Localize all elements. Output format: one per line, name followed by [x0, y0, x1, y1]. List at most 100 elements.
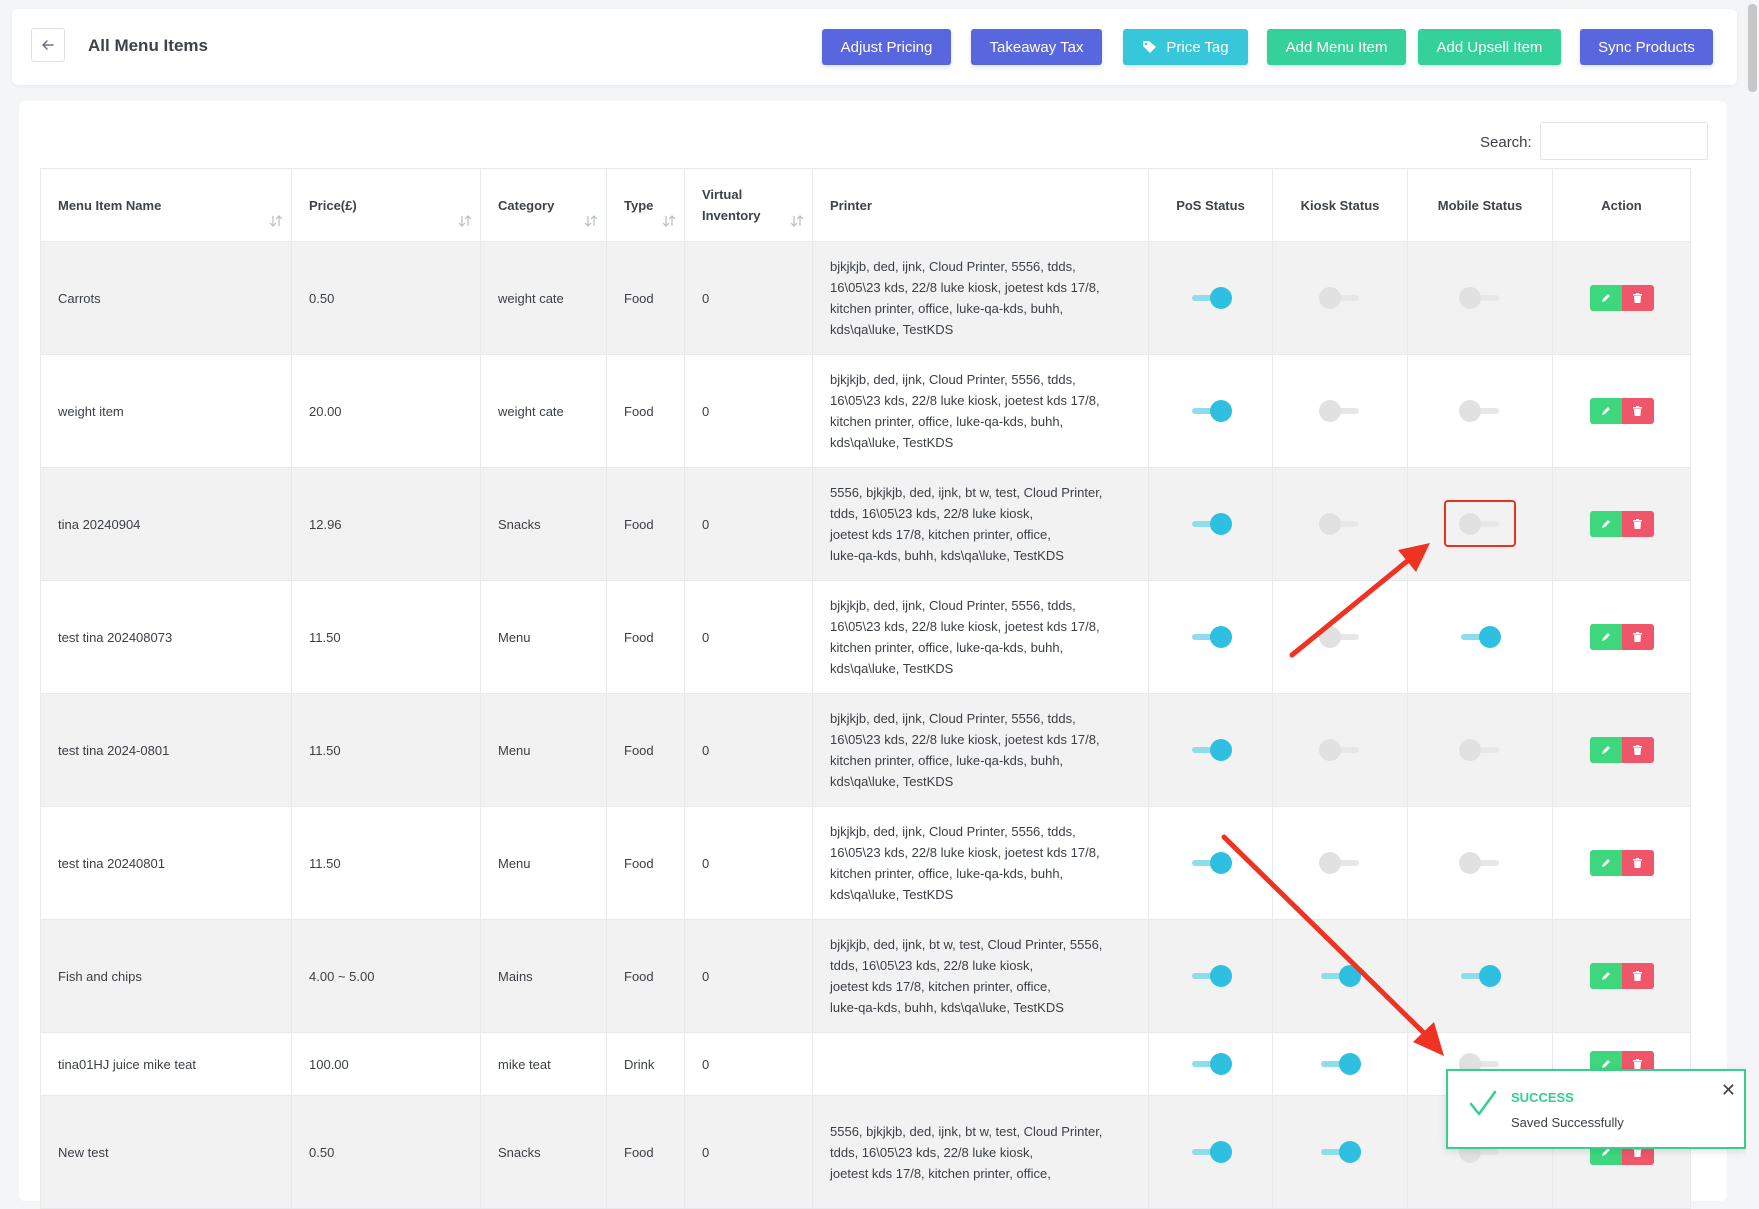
delete-button[interactable]	[1621, 285, 1654, 311]
pos-status-toggle[interactable]	[1190, 287, 1232, 309]
printer-line: bjkjkjb, ded, ijnk, bt w, test, Cloud Pr…	[830, 937, 1103, 952]
vertical-scrollbar[interactable]	[1746, 0, 1759, 1178]
sort-icon	[584, 215, 598, 227]
kiosk-status-toggle[interactable]	[1319, 400, 1361, 422]
add-upsell-item-button[interactable]: Add Upsell Item	[1418, 29, 1561, 65]
pos-status-toggle[interactable]	[1190, 1141, 1232, 1163]
edit-button[interactable]	[1589, 850, 1622, 876]
kiosk-status-toggle[interactable]	[1319, 1053, 1361, 1075]
pencil-icon	[1601, 972, 1610, 980]
delete-button[interactable]	[1621, 398, 1654, 424]
cell-pos-status	[1148, 580, 1273, 694]
row-actions	[1589, 624, 1654, 650]
cell-pos-status	[1148, 693, 1273, 807]
toggle-knob	[1209, 965, 1232, 987]
column-virtual-inventory-label-1: Virtual	[702, 187, 743, 202]
cell-kiosk-status	[1272, 354, 1408, 468]
pos-status-toggle[interactable]	[1190, 400, 1232, 422]
cell-price: 100.00	[291, 1032, 481, 1096]
pos-status-toggle[interactable]	[1190, 965, 1232, 987]
trash-icon	[1633, 971, 1642, 981]
scrollbar-thumb[interactable]	[1748, 4, 1757, 92]
kiosk-status-toggle[interactable]	[1319, 852, 1361, 874]
delete-button[interactable]	[1621, 850, 1654, 876]
cell-category: weight cate	[480, 241, 607, 355]
price-tag-button[interactable]: Price Tag	[1123, 29, 1248, 65]
cell-printer	[812, 1032, 1149, 1096]
edit-button[interactable]	[1589, 398, 1622, 424]
cell-action	[1552, 806, 1691, 920]
success-toast: SUCCESS Saved Successfully ✕	[1446, 1069, 1746, 1149]
toggle-knob	[1209, 1141, 1232, 1163]
printer-line: 5556, bjkjkjb, ded, ijnk, bt w, test, Cl…	[830, 1123, 1103, 1139]
kiosk-status-toggle[interactable]	[1319, 965, 1361, 987]
cell-pos-status	[1148, 241, 1273, 355]
cell-printer: bjkjkjb, ded, ijnk, Cloud Printer, 5556,…	[812, 241, 1149, 355]
pos-status-toggle[interactable]	[1190, 513, 1232, 535]
pos-status-toggle[interactable]	[1190, 852, 1232, 874]
kiosk-status-toggle[interactable]	[1319, 1141, 1361, 1163]
delete-button[interactable]	[1621, 963, 1654, 989]
delete-button[interactable]	[1621, 737, 1654, 763]
search-input[interactable]	[1540, 122, 1708, 160]
toast-title: SUCCESS	[1511, 1090, 1574, 1105]
toggle-knob	[1319, 400, 1341, 422]
delete-button[interactable]	[1621, 624, 1654, 650]
pencil-icon	[1601, 520, 1610, 528]
cell-action	[1552, 241, 1691, 355]
column-header-name[interactable]: Menu Item Name	[40, 168, 292, 242]
kiosk-status-toggle[interactable]	[1319, 739, 1361, 761]
printer-line: kds\qa\luke, TestKDS	[830, 322, 954, 337]
cell-type: Food	[606, 806, 685, 920]
pos-status-toggle[interactable]	[1190, 626, 1232, 648]
mobile-status-toggle[interactable]	[1459, 852, 1501, 874]
pos-status-toggle[interactable]	[1190, 1053, 1232, 1075]
mobile-status-toggle[interactable]	[1459, 739, 1501, 761]
pencil-icon	[1601, 294, 1610, 302]
cell-virtual-inventory: 0	[684, 580, 813, 694]
takeaway-tax-button[interactable]: Takeaway Tax	[971, 29, 1102, 65]
edit-button[interactable]	[1589, 285, 1622, 311]
cell-name: Carrots	[40, 241, 292, 355]
edit-button[interactable]	[1589, 963, 1622, 989]
mobile-status-toggle[interactable]	[1459, 965, 1501, 987]
kiosk-status-toggle[interactable]	[1319, 287, 1361, 309]
cell-action	[1552, 919, 1691, 1033]
trash-icon	[1633, 1059, 1642, 1069]
column-header-type[interactable]: Type	[606, 168, 685, 242]
kiosk-status-toggle[interactable]	[1319, 513, 1361, 535]
table-row: tina01HJ juice mike teat 100.00 mike teat D…	[40, 1032, 1691, 1096]
cell-type: Food	[606, 693, 685, 807]
kiosk-status-toggle[interactable]	[1319, 626, 1361, 648]
toggle-knob	[1339, 1141, 1361, 1163]
printer-line: joetest kds 17/8, kitchen printer, offic…	[830, 979, 1051, 994]
trash-icon	[1633, 632, 1642, 642]
delete-button[interactable]	[1621, 511, 1654, 537]
column-header-price[interactable]: Price(£)	[291, 168, 481, 242]
sync-products-button[interactable]: Sync Products	[1580, 29, 1713, 65]
toggle-knob	[1479, 965, 1501, 987]
edit-button[interactable]	[1589, 511, 1622, 537]
close-icon[interactable]: ✕	[1721, 1081, 1736, 1099]
mobile-status-toggle[interactable]	[1459, 400, 1501, 422]
adjust-pricing-button[interactable]: Adjust Pricing	[822, 29, 951, 65]
toggle-knob	[1209, 626, 1232, 648]
cell-name: weight item	[40, 354, 292, 468]
printer-line: kitchen printer, office, luke-qa-kds, bu…	[830, 414, 1064, 429]
back-button[interactable]	[31, 28, 65, 62]
toggle-knob	[1319, 513, 1341, 535]
edit-button[interactable]	[1589, 624, 1622, 650]
mobile-status-toggle[interactable]	[1459, 626, 1501, 648]
pos-status-toggle[interactable]	[1190, 739, 1232, 761]
edit-button[interactable]	[1589, 737, 1622, 763]
cell-kiosk-status	[1272, 693, 1408, 807]
mobile-status-toggle[interactable]	[1459, 287, 1501, 309]
cell-category: Snacks	[480, 1095, 607, 1209]
column-header-virtual-inventory[interactable]: Virtual Inventory	[684, 168, 813, 242]
column-header-category[interactable]: Category	[480, 168, 607, 242]
toggle-knob	[1339, 965, 1361, 987]
cell-price: 12.96	[291, 467, 481, 581]
printer-line: bjkjkjb, ded, ijnk, Cloud Printer, 5556,…	[830, 372, 1076, 387]
pencil-icon	[1601, 746, 1610, 754]
add-menu-item-button[interactable]: Add Menu Item	[1267, 29, 1406, 65]
